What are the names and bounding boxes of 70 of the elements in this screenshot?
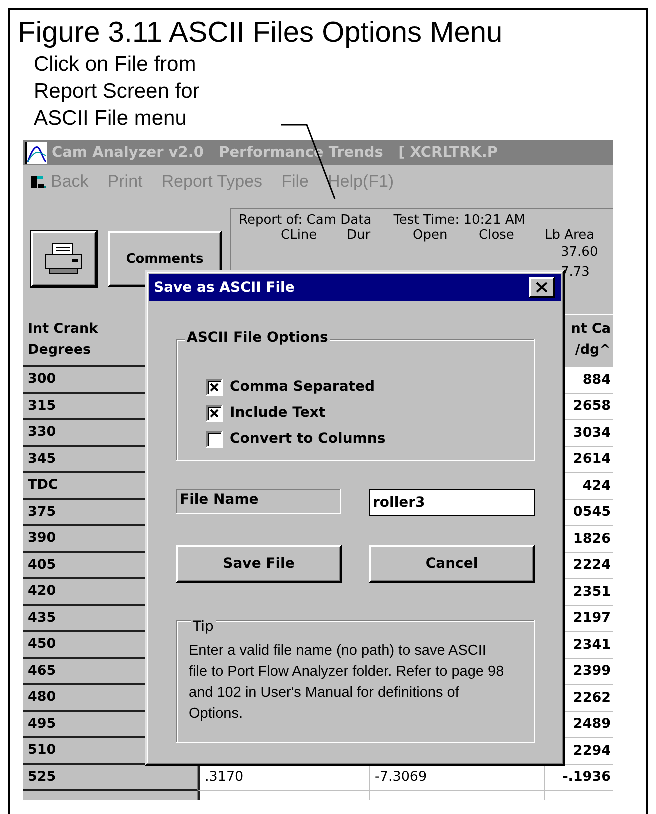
cross-icon	[210, 382, 219, 392]
column-label: Open	[413, 228, 449, 243]
table-cell: 420	[28, 583, 56, 600]
table-cell: 2224	[573, 557, 611, 574]
table-cell: 3034	[573, 424, 611, 441]
table-cell: 2614	[573, 451, 611, 468]
table-cell: 884	[582, 372, 611, 388]
table-cell: 465	[28, 662, 56, 679]
close-icon	[536, 282, 548, 293]
table-cell: .3170	[205, 769, 244, 786]
table-cell: 2489	[573, 716, 611, 732]
dialog-button[interactable]: Cancel	[369, 545, 535, 583]
table-cell: 390	[28, 530, 56, 546]
table-cell: 375	[28, 504, 56, 520]
checkbox[interactable]	[206, 430, 223, 448]
graph-icon	[25, 142, 47, 164]
test-time: Test Time: 10:21 AM	[394, 213, 526, 228]
table-cell: 2294	[573, 742, 611, 759]
caption-text: Click on File from	[34, 52, 196, 78]
table-cell: 525	[28, 768, 56, 785]
caption-text: ASCII File menu	[34, 106, 187, 132]
table-cell: 345	[28, 450, 56, 467]
table-cell: 330	[28, 424, 56, 440]
checkbox[interactable]	[206, 404, 223, 422]
column-header: /dg^	[575, 341, 611, 360]
table-cell: 405	[28, 556, 56, 573]
tip-text: Enter a valid file name (no path) to save ASCII file to Port Flow Analyzer folder. Refer to page 98 and 102 in User's Manual for definitions of Options.	[189, 642, 506, 724]
table-cell: 2341	[573, 636, 611, 653]
column-header: Int Crank	[28, 320, 98, 338]
table-cell: 315	[28, 398, 56, 414]
table-cell: 510	[28, 742, 56, 758]
group-title: Tip	[191, 619, 216, 635]
cross-icon	[210, 408, 219, 418]
field-label: File Name	[176, 489, 341, 514]
table-cell: 0545	[573, 504, 611, 520]
column-label: Close	[479, 228, 516, 243]
column-label: Dur	[347, 228, 372, 243]
table-cell: 424	[582, 478, 611, 494]
table-cell: 1826	[573, 530, 611, 547]
table-cell: 450	[28, 636, 56, 652]
table-cell: 435	[28, 610, 56, 626]
table-cell: 2197	[573, 610, 611, 626]
close-button[interactable]	[529, 277, 555, 298]
printer-icon	[44, 242, 84, 276]
table-cell: -7.3069	[375, 769, 428, 786]
checkbox-option[interactable]: Comma Separated	[206, 374, 375, 400]
table-cell: 2658	[573, 398, 611, 414]
table-cell: 495	[28, 716, 56, 732]
report-value: 37.60	[561, 244, 600, 262]
column-label: CLine	[281, 228, 318, 243]
group-title: ASCII File Options	[185, 330, 330, 346]
table-cell: 480	[28, 689, 56, 706]
table-cell: TDC	[28, 477, 58, 494]
table-cell: -.1936	[562, 769, 611, 786]
report-label: Report of: Cam Data	[239, 213, 372, 228]
caption-text: Report Screen for	[34, 79, 200, 105]
print-button[interactable]	[31, 231, 97, 287]
figure-title: Figure 3.11 ASCII Files Options Menu	[18, 16, 504, 50]
column-header: nt Ca	[571, 320, 611, 339]
dialog-button[interactable]: Save File	[176, 545, 342, 583]
table-cell: 2262	[573, 690, 611, 706]
table-cell: 300	[28, 371, 56, 388]
table-cell: 2399	[573, 663, 611, 680]
checkbox-option[interactable]: Include Text	[206, 400, 326, 426]
file-name-field[interactable]: roller3	[369, 489, 535, 516]
table-cell: 2351	[573, 584, 611, 600]
column-header: Degrees	[28, 340, 92, 360]
checkbox[interactable]	[206, 378, 223, 396]
column-label: Lb Area	[545, 228, 596, 243]
checkbox-option[interactable]: Convert to Columns	[206, 426, 386, 452]
